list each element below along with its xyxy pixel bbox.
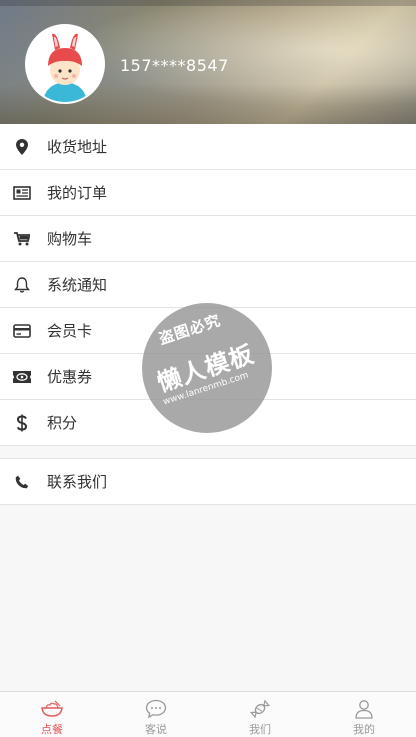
shopping-cart-icon (12, 229, 32, 249)
dollar-icon (12, 413, 32, 433)
tab-mine[interactable]: 我的 (312, 692, 416, 737)
menu-item-label: 购物车 (47, 230, 93, 248)
menu-item-label: 联系我们 (47, 473, 108, 491)
tab-guest-reviews[interactable]: 客说 (104, 692, 208, 737)
menu-item-notifications[interactable]: 系统通知 (0, 262, 416, 308)
tab-about-us[interactable]: 我们 (208, 692, 312, 737)
menu-item-contact-us[interactable]: 联系我们 (0, 459, 416, 505)
menu-item-label: 收货地址 (47, 138, 108, 156)
location-pin-icon (12, 137, 32, 157)
menu-item-address[interactable]: 收货地址 (0, 124, 416, 170)
coupon-icon (12, 367, 32, 387)
watermark-seal: 盗图必究 懒人模板 www.lanrenmb.com (142, 303, 272, 433)
menu-item-orders[interactable]: 我的订单 (0, 170, 416, 216)
menu-item-label: 优惠券 (47, 368, 93, 386)
status-band (0, 0, 416, 6)
avatar[interactable] (25, 24, 105, 104)
menu-item-label: 会员卡 (47, 322, 93, 340)
candy-icon (248, 697, 272, 721)
menu-item-label: 系统通知 (47, 276, 108, 294)
bowl-icon (40, 697, 64, 721)
bell-icon (12, 275, 32, 295)
user-icon (352, 697, 376, 721)
tab-order-food[interactable]: 点餐 (0, 692, 104, 737)
tab-label: 客说 (145, 723, 167, 736)
tab-label: 我的 (353, 723, 375, 736)
profile-header: 157****8547 (0, 0, 416, 124)
contact-section: 联系我们 (0, 458, 416, 505)
phone-icon (12, 472, 32, 492)
phone-number: 157****8547 (120, 56, 229, 75)
menu-item-label: 我的订单 (47, 184, 108, 202)
menu-item-cart[interactable]: 购物车 (0, 216, 416, 262)
chat-bubble-icon (144, 697, 168, 721)
avatar-image (27, 26, 103, 102)
order-list-icon (12, 183, 32, 203)
tab-label: 点餐 (41, 723, 63, 736)
menu-item-label: 积分 (47, 414, 78, 432)
credit-card-icon (12, 321, 32, 341)
tab-label: 我们 (249, 723, 271, 736)
bottom-tab-bar: 点餐 客说 我们 我的 (0, 691, 416, 737)
